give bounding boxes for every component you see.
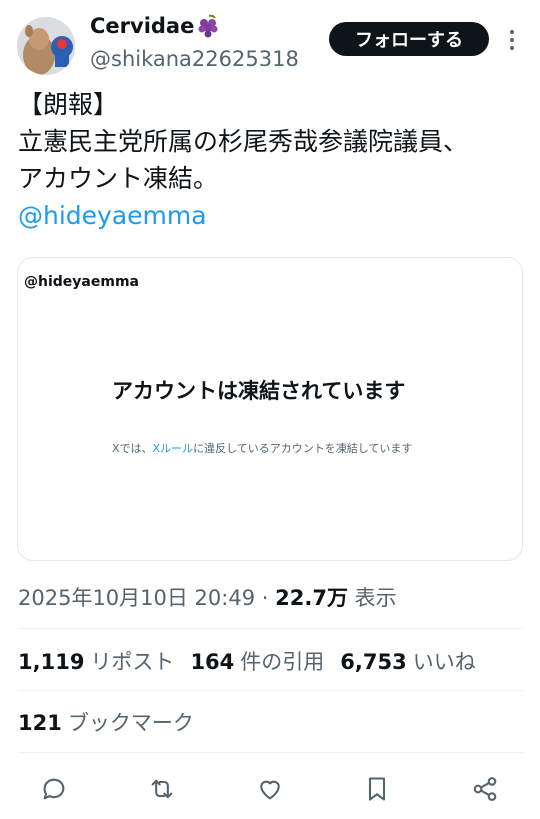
card-sub-suffix: に違反しているアカウントを凍結しています bbox=[193, 442, 413, 455]
avatar[interactable] bbox=[17, 17, 75, 75]
card-sub-prefix: Xでは、 bbox=[112, 442, 153, 455]
divider bbox=[18, 690, 523, 691]
tweet-text: 【朗報】 立憲民主党所属の杉尾秀哉参議院議員、 アカウント凍結。 @hideya… bbox=[18, 86, 528, 234]
tweet-line-1: 【朗報】 bbox=[18, 90, 119, 119]
tweet-line-2: 立憲民主党所属の杉尾秀哉参議院議員、 bbox=[18, 127, 469, 156]
grapes-emoji-icon bbox=[198, 14, 218, 38]
card-heading: アカウントは凍結されています bbox=[112, 379, 406, 403]
author-handle[interactable]: @shikana22625318 bbox=[90, 47, 299, 71]
divider bbox=[18, 628, 523, 629]
reposts-stat[interactable]: 1,119 リポスト bbox=[18, 646, 174, 676]
card-rules-link: Xルール bbox=[152, 442, 194, 455]
bookmarks-count: 121 bbox=[18, 711, 62, 735]
reply-icon[interactable] bbox=[39, 774, 69, 804]
card-subtext: Xでは、Xルールに違反しているアカウントを凍結しています bbox=[112, 441, 432, 456]
repost-icon[interactable] bbox=[147, 774, 177, 804]
engagement-stats: 1,119 リポスト 164 件の引用 6,753 いいね bbox=[18, 646, 476, 676]
divider bbox=[18, 752, 523, 753]
like-icon[interactable] bbox=[255, 774, 285, 804]
display-name[interactable]: Cervidae bbox=[90, 14, 194, 38]
card-handle: @hideyaemma bbox=[24, 274, 139, 290]
mention-link[interactable]: @hideyaemma bbox=[18, 197, 528, 234]
media-card[interactable]: @hideyaemma アカウントは凍結されています Xでは、Xルールに違反して… bbox=[17, 257, 523, 561]
action-bar bbox=[0, 768, 540, 808]
tweet-meta: 2025年10月10日 20:49 · 22.7万 表示 bbox=[18, 582, 397, 612]
views-label: 表示 bbox=[347, 586, 397, 610]
views-count: 22.7万 bbox=[275, 586, 348, 610]
meta-separator: · bbox=[255, 586, 276, 610]
timestamp[interactable]: 2025年10月10日 20:49 bbox=[18, 586, 255, 610]
follow-button[interactable]: フォローする bbox=[329, 22, 489, 56]
likes-stat[interactable]: 6,753 いいね bbox=[340, 646, 475, 676]
quotes-stat[interactable]: 164 件の引用 bbox=[190, 646, 324, 676]
author-name-line[interactable]: Cervidae bbox=[90, 14, 219, 38]
bookmark-icon[interactable] bbox=[362, 774, 392, 804]
more-options-icon[interactable] bbox=[500, 26, 524, 54]
share-icon[interactable] bbox=[470, 774, 500, 804]
bookmarks-stat: 121 ブックマーク bbox=[18, 707, 194, 737]
bookmarks-label: ブックマーク bbox=[67, 711, 194, 735]
tweet-line-3: アカウント凍結。 bbox=[18, 164, 219, 193]
